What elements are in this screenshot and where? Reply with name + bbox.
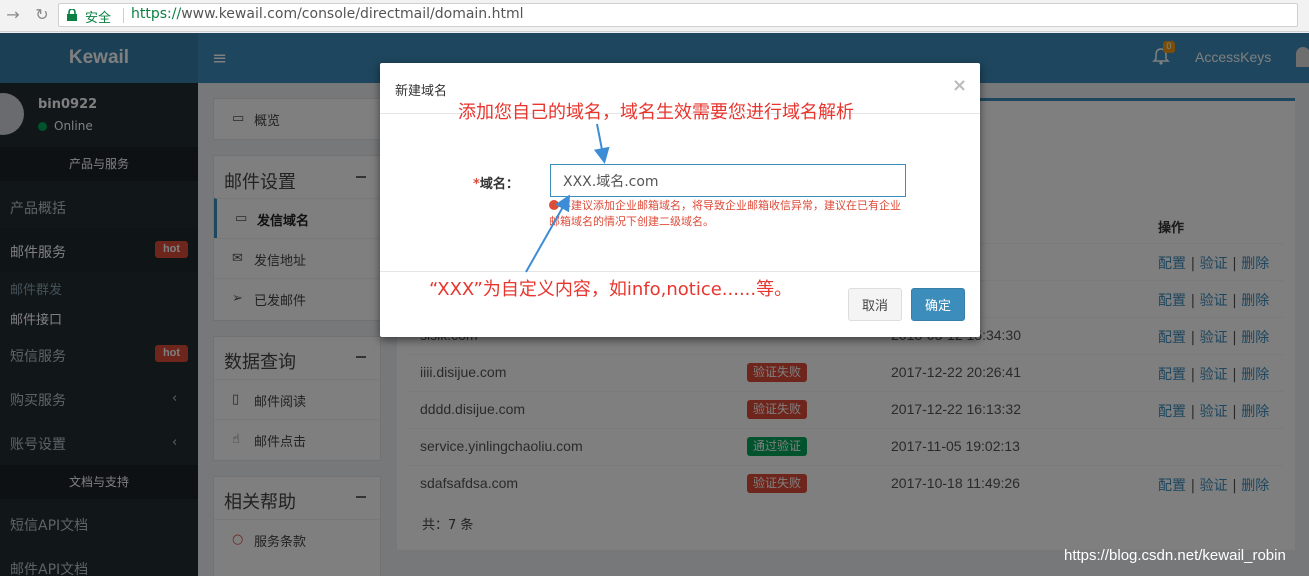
browser-toolbar: → ↻ 安全 https://www.kewail.com/console/di… (0, 0, 1309, 32)
url-path: www.kewail.com/console/directmail/domain… (181, 6, 524, 22)
forward-icon[interactable]: → (4, 6, 22, 24)
annotation-top: 添加您自己的域名，域名生效需要您进行域名解析 (458, 102, 854, 123)
domain-input[interactable] (550, 164, 906, 197)
warning-text: 不建议添加企业邮箱域名，将导致企业邮箱收信异常，建议在已有企业邮箱域名的情况下创… (549, 199, 901, 228)
lock-icon (67, 9, 77, 21)
modal-title: 新建域名 (395, 84, 448, 99)
url-separator (123, 8, 124, 23)
url-protocol: https:// (131, 6, 182, 22)
close-icon[interactable]: × (952, 75, 967, 96)
address-bar[interactable]: 安全 https://www.kewail.com/console/direct… (58, 3, 1298, 27)
confirm-button[interactable]: 确定 (911, 288, 965, 321)
secure-label: 安全 (85, 11, 112, 26)
required-mark: * (473, 177, 480, 192)
reload-icon[interactable]: ↻ (33, 6, 51, 24)
annotation-bottom: “XXX”为自定义内容，如info,notice......等。 (429, 279, 793, 300)
domain-field-label: *域名： (473, 173, 519, 192)
watermark: https://blog.csdn.net/kewail_robin (1064, 547, 1286, 564)
modal-divider (380, 271, 980, 272)
domain-field-label-text: 域名： (479, 177, 519, 192)
url-text[interactable]: https://www.kewail.com/console/directmai… (131, 6, 524, 22)
cancel-button[interactable]: 取消 (848, 288, 902, 321)
